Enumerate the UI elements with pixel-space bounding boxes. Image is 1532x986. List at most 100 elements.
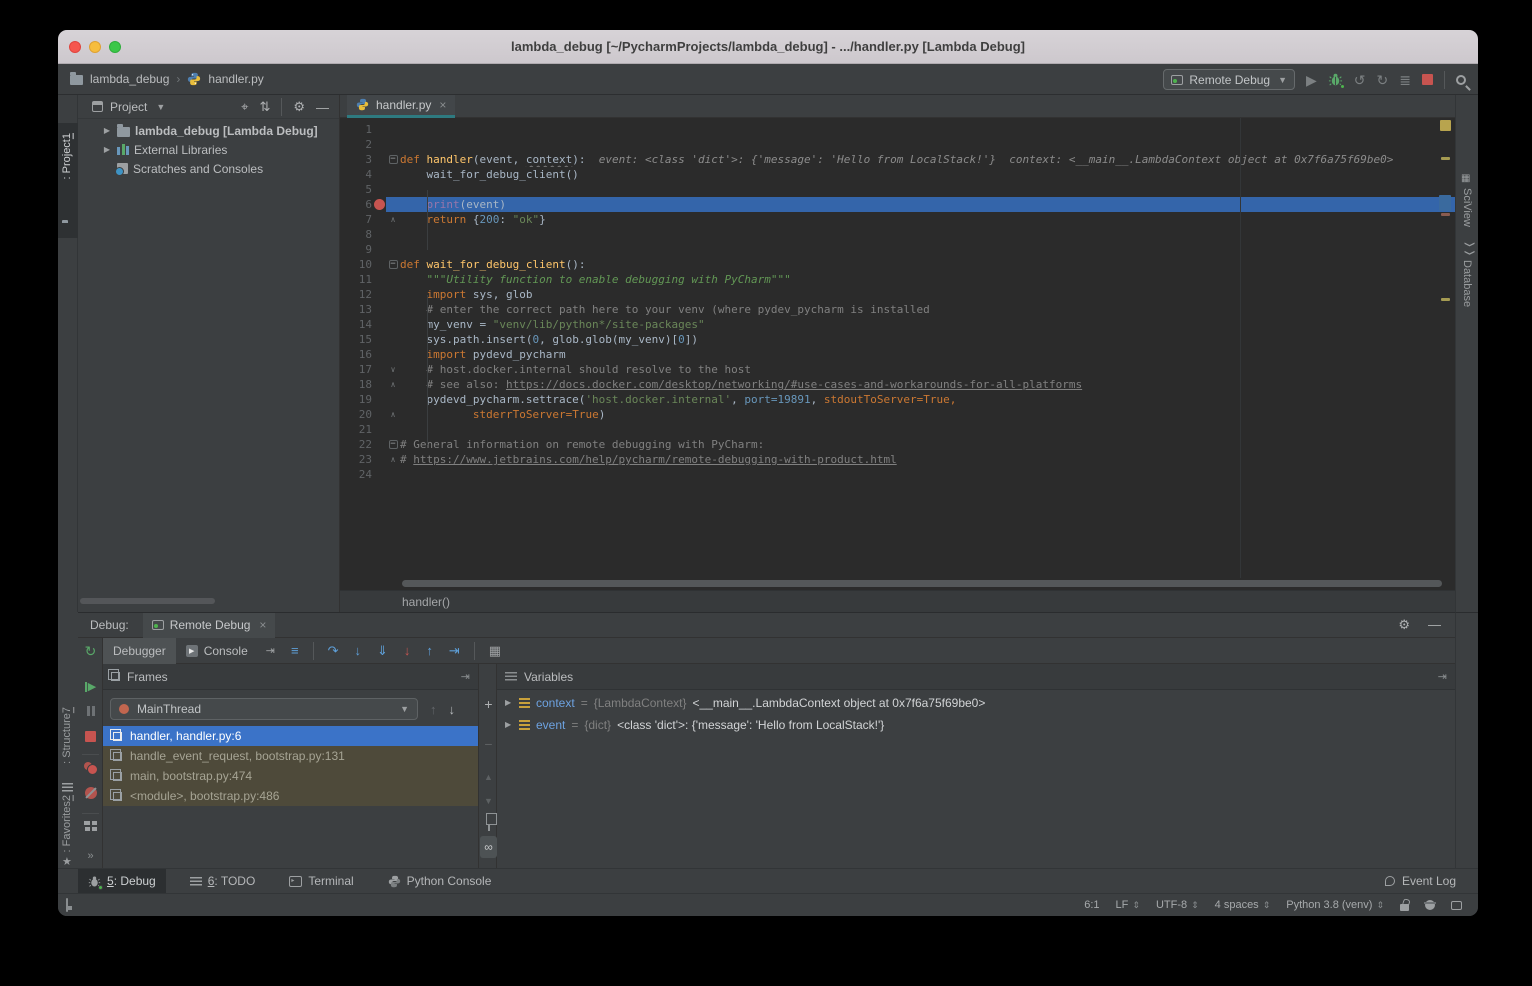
tab-console[interactable]: ▶ Console — [176, 638, 258, 664]
code-line[interactable]: 3−def handler(event, context): event: <c… — [340, 152, 1455, 167]
breakpoint-gutter[interactable] — [372, 302, 386, 317]
settings-gear-icon[interactable]: ⚙ — [1398, 617, 1410, 633]
interpreter-select[interactable]: Python 3.8 (venv)⇕ — [1286, 899, 1384, 911]
tree-item-scratches[interactable]: Scratches and Consoles — [78, 159, 339, 178]
ide-indicator-icon[interactable] — [1451, 901, 1462, 910]
breakpoint-gutter[interactable] — [372, 257, 386, 272]
close-tab-icon[interactable]: × — [439, 98, 446, 112]
expand-arrow-icon[interactable]: ▶ — [102, 145, 112, 154]
stripe-item-project[interactable]: : Project1 — [61, 133, 73, 184]
code-line[interactable]: 19 pydevd_pycharm.settrace('host.docker.… — [340, 392, 1455, 407]
caret-position[interactable]: 6:1 — [1084, 899, 1099, 911]
toolwindow-tab-terminal[interactable]: ▸ Terminal — [279, 869, 363, 894]
mute-breakpoints-button[interactable] — [78, 787, 103, 799]
breakpoint-gutter[interactable] — [372, 182, 386, 197]
breakpoint-gutter[interactable] — [372, 452, 386, 467]
error-stripe-caret-block[interactable] — [1439, 195, 1451, 211]
code-line[interactable]: 15 sys.path.insert(0, glob.glob(my_venv)… — [340, 332, 1455, 347]
pin-tab-icon[interactable]: ⇥ — [266, 644, 275, 657]
stack-frame[interactable]: handler, handler.py:6 — [103, 726, 478, 746]
next-frame-button[interactable]: ↓ — [449, 702, 456, 717]
toolwindow-tab-todo[interactable]: 6: TODO — [180, 869, 266, 894]
error-stripe-mark[interactable] — [1441, 157, 1450, 160]
pause-button[interactable] — [78, 706, 103, 716]
breakpoint-gutter[interactable] — [372, 152, 386, 167]
code-line[interactable]: 16 import pydevd_pycharm — [340, 347, 1455, 362]
line-number[interactable]: 12 — [340, 287, 372, 302]
event-log-button[interactable]: Event Log — [1385, 874, 1478, 888]
toolwindow-tab-python-console[interactable]: Python Console — [378, 869, 502, 894]
editor-tab-handler[interactable]: handler.py × — [347, 95, 455, 118]
code-line[interactable]: 11 """Utility function to enable debuggi… — [340, 272, 1455, 287]
rerun-button[interactable]: ↻ — [78, 643, 103, 660]
stack-frame[interactable]: main, bootstrap.py:474 — [103, 766, 478, 786]
lock-icon[interactable] — [1400, 904, 1409, 911]
line-number[interactable]: 16 — [340, 347, 372, 362]
breakpoint-gutter[interactable] — [372, 272, 386, 287]
code-line[interactable]: 9 — [340, 242, 1455, 257]
fold-marker[interactable]: − — [386, 257, 400, 272]
line-number[interactable]: 18 — [340, 377, 372, 392]
breakpoint-gutter[interactable] — [372, 362, 386, 377]
breakpoint-gutter[interactable] — [372, 242, 386, 257]
fold-marker[interactable]: ∧ — [386, 212, 400, 227]
resume-button[interactable]: ▶ — [78, 680, 103, 693]
view-breakpoints-button[interactable] — [78, 762, 103, 775]
breakpoint-gutter[interactable] — [372, 422, 386, 437]
code-line[interactable]: 24 — [340, 467, 1455, 482]
expand-arrow-icon[interactable]: ▶ — [505, 720, 513, 729]
tree-item-project-root[interactable]: ▶ lambda_debug [Lambda Debug] — [78, 121, 339, 140]
stripe-item-favorites[interactable]: : Favorites2 — [61, 795, 73, 857]
thread-selector[interactable]: MainThread ▼ — [110, 698, 418, 720]
hide-frames-icon[interactable]: ⇥ — [461, 670, 470, 683]
stripe-item-database[interactable]: Database — [1461, 260, 1473, 312]
force-step-into-button[interactable]: ⇓ — [377, 643, 388, 659]
previous-frame-button[interactable]: ↑ — [430, 702, 437, 717]
indent-select[interactable]: 4 spaces⇕ — [1215, 899, 1271, 911]
run-configuration-select[interactable]: Remote Debug ▼ — [1163, 69, 1295, 90]
breakpoint-gutter[interactable] — [372, 122, 386, 137]
code-line[interactable]: 10−def wait_for_debug_client(): — [340, 257, 1455, 272]
code-line[interactable]: 2 — [340, 137, 1455, 152]
line-number[interactable]: 13 — [340, 302, 372, 317]
evaluate-expression-button[interactable]: ▦ — [489, 643, 501, 659]
code-line[interactable]: 12 import sys, glob — [340, 287, 1455, 302]
code-line[interactable]: 4 wait_for_debug_client() — [340, 167, 1455, 182]
run-with-options-button[interactable]: ≣ — [1399, 73, 1411, 87]
hector-inspector-icon[interactable] — [1425, 900, 1435, 910]
line-number[interactable]: 2 — [340, 137, 372, 152]
code-line[interactable]: 17∨ # host.docker.internal should resolv… — [340, 362, 1455, 377]
breakpoint-dot[interactable] — [372, 197, 386, 212]
variable-row[interactable]: ▶event={dict}<class 'dict'>: {'message':… — [497, 715, 1455, 734]
line-number[interactable]: 23 — [340, 452, 372, 467]
breakpoint-gutter[interactable] — [372, 317, 386, 332]
coverage-button[interactable]: ↺ — [1354, 73, 1366, 87]
profiler-button[interactable]: ↻ — [1377, 73, 1389, 87]
fold-marker[interactable]: ∧ — [386, 452, 400, 467]
expand-arrow-icon[interactable]: ▶ — [102, 126, 112, 135]
breakpoint-gutter[interactable] — [372, 167, 386, 182]
line-number[interactable]: 17 — [340, 362, 372, 377]
tree-item-external-libraries[interactable]: ▶ External Libraries — [78, 140, 339, 159]
breakpoint-gutter[interactable] — [372, 392, 386, 407]
remove-watch-button[interactable]: − — [479, 736, 498, 752]
line-number[interactable]: 19 — [340, 392, 372, 407]
run-to-cursor-button[interactable]: ⇥ — [449, 643, 460, 659]
tab-debugger[interactable]: Debugger — [103, 638, 176, 664]
threads-view-icon[interactable]: ≡ — [291, 643, 299, 658]
error-stripe-mark[interactable] — [1441, 298, 1450, 301]
move-up-button[interactable]: ▲ — [479, 772, 498, 782]
line-number[interactable]: 1 — [340, 122, 372, 137]
line-number[interactable]: 5 — [340, 182, 372, 197]
fold-marker[interactable]: − — [386, 437, 400, 452]
run-button[interactable]: ▶ — [1306, 73, 1317, 87]
breakpoint-gutter[interactable] — [372, 137, 386, 152]
smart-step-into-button[interactable]: ↓ — [404, 643, 411, 658]
move-down-button[interactable]: ▼ — [479, 796, 498, 806]
breakpoint-gutter[interactable] — [372, 437, 386, 452]
breakpoint-gutter[interactable] — [372, 407, 386, 422]
hide-panel-icon[interactable]: — — [1428, 617, 1441, 633]
settings-gear-icon[interactable]: ⚙ — [293, 99, 305, 115]
breadcrumb-file[interactable]: handler.py — [208, 72, 263, 86]
debug-button[interactable] — [1328, 72, 1343, 87]
